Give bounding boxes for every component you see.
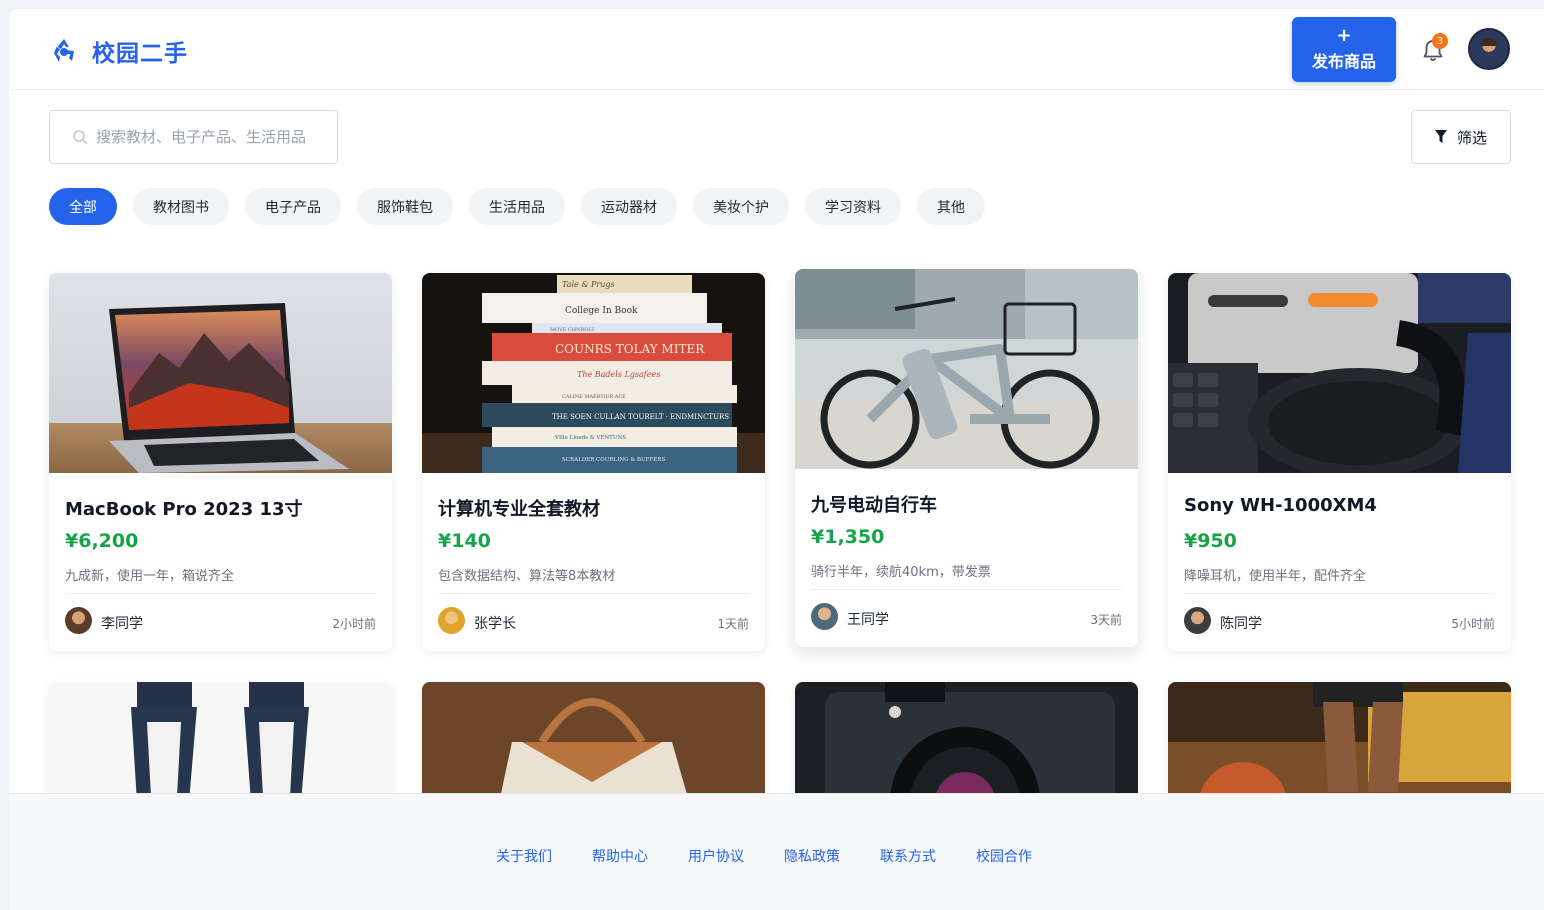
book-spine-text: SCRALDER COURLING & BUFFERS: [562, 457, 665, 463]
product-title: 九号电动自行车: [811, 495, 937, 516]
product-title: MacBook Pro 2023 13寸: [65, 499, 303, 520]
product-card[interactable]: [1168, 682, 1511, 802]
footer-link-contact[interactable]: 联系方式: [880, 846, 936, 866]
product-card[interactable]: 九号电动自行车 ¥1,350 骑行半年，续航40km，带发票 王同学 3天前: [795, 269, 1138, 647]
product-image-handbag: [422, 682, 765, 802]
category-chip-sports[interactable]: 运动器材: [581, 188, 677, 225]
product-description: 九成新，使用一年，箱说齐全: [65, 569, 235, 584]
product-card[interactable]: Tale & Prugs College In Book MOVE CHNROL…: [422, 273, 765, 651]
product-price: ¥1,350: [811, 526, 885, 548]
category-chips: 全部 教材图书 电子产品 服饰鞋包 生活用品 运动器材 美妆个护 学习资料 其他: [49, 188, 985, 225]
search-box[interactable]: [49, 110, 338, 164]
post-time: 3天前: [1090, 613, 1122, 627]
publish-item-label: 发布商品: [1311, 52, 1376, 71]
plus-icon: +: [1336, 25, 1352, 46]
book-spine-text: College In Book: [565, 306, 638, 316]
product-title: Sony WH-1000XM4: [1184, 495, 1377, 516]
filter-label: 筛选: [1456, 128, 1487, 147]
recycle-icon: [54, 39, 74, 62]
seller-avatar: [1184, 607, 1211, 634]
product-title: 计算机专业全套教材: [438, 499, 600, 520]
product-card[interactable]: [422, 682, 765, 802]
seller-name: 王同学: [847, 612, 889, 628]
book-spine-text: COUNRS TOLAY MITER: [555, 342, 705, 356]
post-time: 5小时前: [1451, 617, 1495, 631]
book-spine-text: Tale & Prugs: [562, 280, 615, 289]
category-chip-clothing[interactable]: 服饰鞋包: [357, 188, 453, 225]
product-card[interactable]: [795, 682, 1138, 802]
category-chip-daily[interactable]: 生活用品: [469, 188, 565, 225]
app-window: 校园二手 + 发布商品 3 筛选 全部 教材图书 电子产品 服饰鞋包 生活用品: [9, 9, 1544, 910]
seller-avatar: [811, 603, 838, 630]
footer-link-about[interactable]: 关于我们: [496, 846, 552, 866]
filter-icon: [1434, 130, 1447, 143]
brand-title: 校园二手: [92, 41, 188, 67]
product-card[interactable]: [49, 682, 392, 802]
product-description: 降噪耳机，使用半年，配件齐全: [1184, 569, 1367, 584]
category-chip-electronics[interactable]: 电子产品: [245, 188, 341, 225]
product-image-laptop: [49, 273, 392, 473]
category-chip-other[interactable]: 其他: [917, 188, 985, 225]
publish-item-button[interactable]: + 发布商品: [1292, 17, 1396, 82]
search-icon: [73, 130, 88, 145]
card-divider: [811, 589, 1122, 590]
filter-button[interactable]: 筛选: [1411, 110, 1511, 164]
product-image-headphones: [1168, 273, 1511, 473]
seller-name: 李同学: [101, 616, 143, 632]
seller-name: 陈同学: [1220, 616, 1262, 632]
category-chip-study[interactable]: 学习资料: [805, 188, 901, 225]
post-time: 1天前: [717, 617, 749, 631]
product-image-ebike: [795, 269, 1138, 469]
post-time: 2小时前: [332, 617, 376, 631]
footer-link-help[interactable]: 帮助中心: [592, 846, 648, 866]
product-card[interactable]: Sony WH-1000XM4 ¥950 降噪耳机，使用半年，配件齐全 陈同学 …: [1168, 273, 1511, 651]
footer-link-terms[interactable]: 用户协议: [688, 846, 744, 866]
book-spine-text: The Badels Lgsafees: [577, 370, 660, 379]
product-description: 包含数据结构、算法等8本教材: [438, 569, 616, 584]
book-spine-text: VIlle Lloeds & VENTUNS: [554, 435, 626, 441]
book-spine-text: CALINE MAERTIER ACE: [562, 394, 626, 400]
product-description: 骑行半年，续航40km，带发票: [811, 565, 991, 580]
category-chip-textbooks[interactable]: 教材图书: [133, 188, 229, 225]
brand[interactable]: 校园二手: [50, 34, 188, 68]
category-chip-all[interactable]: 全部: [49, 188, 117, 225]
footer-link-privacy[interactable]: 隐私政策: [784, 846, 840, 866]
product-price: ¥140: [438, 530, 491, 552]
top-header: 校园二手 + 发布商品 3: [9, 9, 1544, 90]
product-image-sneakers: [49, 682, 392, 802]
book-spine-text: THE SOEN CULLAN TOURELT · ENDMINCTURS: [552, 413, 729, 421]
card-divider: [438, 593, 749, 594]
product-price: ¥950: [1184, 530, 1237, 552]
notification-badge: 3: [1432, 33, 1448, 49]
footer-links: 关于我们 帮助中心 用户协议 隐私政策 联系方式 校园合作: [9, 846, 1544, 866]
book-spine-text: MOVE CHNROLT: [550, 327, 595, 333]
product-image-basketball: [1168, 682, 1511, 802]
card-divider: [1184, 593, 1495, 594]
category-chip-beauty[interactable]: 美妆个护: [693, 188, 789, 225]
product-image-books: Tale & Prugs College In Book MOVE CHNROL…: [422, 273, 765, 473]
product-image-camera: [795, 682, 1138, 802]
seller-name: 张学长: [474, 616, 516, 632]
page-footer: 关于我们 帮助中心 用户协议 隐私政策 联系方式 校园合作: [9, 793, 1544, 910]
product-card[interactable]: MacBook Pro 2023 13寸 ¥6,200 九成新，使用一年，箱说齐…: [49, 273, 392, 651]
footer-link-partnership[interactable]: 校园合作: [976, 846, 1032, 866]
seller-avatar: [65, 607, 92, 634]
search-input[interactable]: [96, 128, 326, 146]
user-avatar[interactable]: [1468, 28, 1510, 70]
card-divider: [65, 593, 376, 594]
product-price: ¥6,200: [65, 530, 139, 552]
seller-avatar: [438, 607, 465, 634]
